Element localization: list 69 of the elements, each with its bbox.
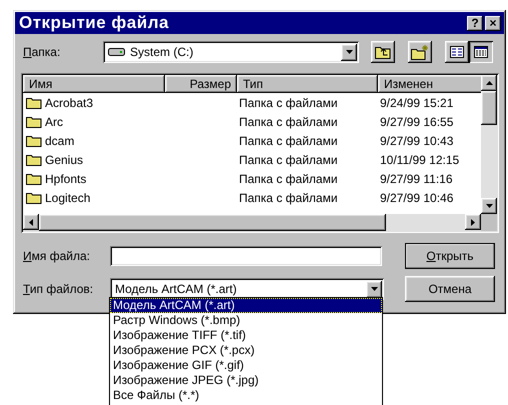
new-folder-icon [411,44,429,60]
table-cell-text: 9/27/99 10:43 [379,134,454,148]
table-cell-text: 9/27/99 11:16 [379,172,454,186]
view-button[interactable] [469,41,493,63]
folder-icon [26,115,42,128]
file-name[interactable]: dcam [23,134,237,148]
file-name[interactable]: Hpfonts [23,172,237,186]
arrow-left-icon [29,218,33,226]
dropdown-button[interactable] [366,280,382,298]
table-cell-text: Папка с файлами [238,152,339,166]
dropdown-option[interactable]: Изображение GIF (*.gif) [110,358,382,373]
vertical-scrollbar[interactable] [481,75,497,214]
dropdown-option[interactable]: Все Файлы (*.*) [110,388,382,403]
cancel-button[interactable]: Отмена [405,276,495,302]
open-button[interactable]: Открыть [405,243,495,269]
table-cell-text: Папка с файлами [238,114,339,128]
table-cell-text: Папка с файлами [238,96,339,110]
folder-icon [26,96,42,109]
table-cell-text: 9/27/99 10:46 [379,190,454,204]
new-folder-button[interactable] [408,41,432,63]
caret-icon [370,287,378,291]
file-name[interactable]: Arc [23,114,237,128]
folder-label: Папка: [23,45,62,59]
dropdown-option[interactable]: Модель ArtCAM (*.art) [110,298,382,313]
up-folder-button[interactable] [371,41,395,63]
arrow-up-icon [486,81,492,85]
list-view-icon [450,46,464,58]
folder-icon [26,134,42,147]
file-name[interactable]: Logitech [23,190,237,204]
column-header[interactable]: Тип [237,75,378,93]
table-cell-text: Папка с файлами [238,190,339,204]
folder-icon [26,153,42,166]
folder-combo[interactable]: System (C:) [103,41,359,63]
table-cell-text: 10/11/99 12:15 [379,152,460,166]
folder-icon [26,191,42,204]
caret-icon [346,50,352,54]
table-cell-text: Папка с файлами [238,172,339,186]
horizontal-scrollbar[interactable] [23,214,481,231]
file-name[interactable]: Genius [23,152,237,166]
dropdown-option[interactable]: Растр Windows (*.bmp) [110,313,382,328]
scrollbar-corner [481,214,497,231]
close-button[interactable]: × [485,16,501,30]
file-name-label: Имя файла: [23,249,91,263]
drive-icon [108,48,125,56]
view-button[interactable] [445,41,469,63]
scroll-thumb[interactable] [481,91,497,125]
scroll-thumb[interactable] [39,214,386,231]
column-header[interactable]: Изменен [378,75,481,93]
arrow-down-icon [486,204,492,208]
folder-value: System (C:) [130,45,194,59]
dropdown-button[interactable] [341,44,357,60]
table-cell-text: 9/24/99 15:21 [379,96,454,110]
details-view-icon [474,46,488,58]
dropdown-option[interactable]: Изображение PCX (*.pcx) [110,343,382,358]
file-name-field[interactable] [110,246,382,266]
dropdown-option[interactable]: Изображение JPEG (*.jpg) [110,373,382,388]
up-folder-icon [375,45,391,59]
table-cell-text: Папка с файлами [238,134,339,148]
column-header[interactable]: Размер [165,75,237,93]
file-name[interactable]: Acrobat3 [23,96,237,110]
file-type-label: Тип файлов: [23,282,94,296]
window-title: Открытие файла [19,13,170,33]
dropdown-option[interactable]: Изображение TIFF (*.tif) [110,328,382,343]
help-button[interactable]: ? [467,16,483,30]
folder-icon [26,172,42,185]
column-header[interactable]: Имя [23,75,165,93]
arrow-right-icon [471,218,475,226]
file-type-value: Модель ArtCAM (*.art) [115,282,238,296]
table-cell-text: 9/27/99 16:55 [379,114,454,128]
